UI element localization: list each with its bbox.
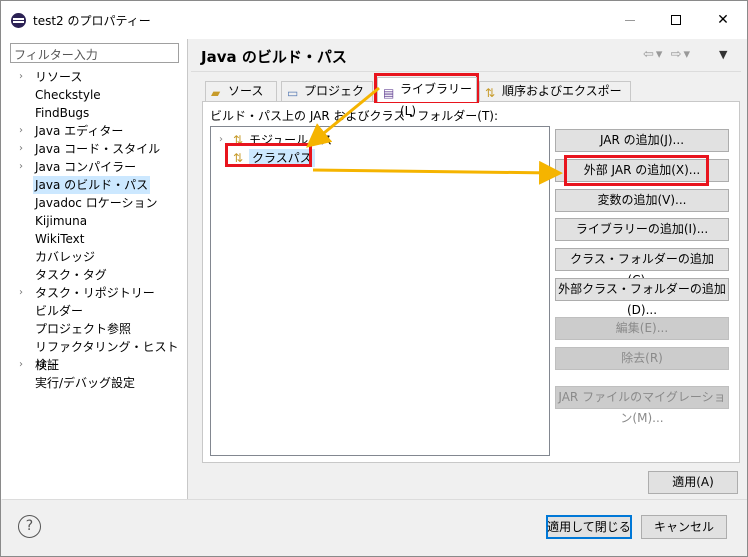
- sidebar-item-label: Java エディター: [35, 124, 124, 138]
- expand-arrow-icon[interactable]: ›: [19, 122, 23, 140]
- back-arrow-icon[interactable]: ⇦▾: [643, 47, 664, 62]
- header-divider: [191, 71, 741, 72]
- sidebar-item-label: Java コンパイラー: [35, 160, 137, 174]
- sidebar-item[interactable]: › Java コンパイラー: [1, 158, 187, 176]
- sidebar-item[interactable]: › Java コード・スタイル: [1, 140, 187, 158]
- library-icon: ▤: [383, 86, 395, 100]
- title-bar: test2 のプロパティー ✕: [1, 1, 747, 39]
- order-export-icon: ⇅: [485, 86, 496, 100]
- view-menu-icon[interactable]: ▼: [719, 48, 727, 61]
- close-button[interactable]: ✕: [700, 1, 746, 39]
- back-forward-nav[interactable]: ⇦▾ ⇨▾: [643, 47, 692, 62]
- apply-and-close-button[interactable]: 適用して閉じる: [546, 515, 632, 539]
- forward-arrow-icon[interactable]: ⇨▾: [671, 47, 692, 62]
- sidebar-item[interactable]: Javadoc ロケーション: [1, 194, 187, 212]
- sidebar-item-label: カバレッジ: [35, 250, 96, 264]
- sidebar-item-label: WikiText: [35, 232, 85, 246]
- project-icon: ▭: [287, 86, 299, 100]
- window-title: test2 のプロパティー: [33, 14, 151, 28]
- tab-projects[interactable]: ▭ プロジェクト(P): [281, 81, 373, 116]
- sidebar-item-label: タスク・タグ: [35, 268, 107, 282]
- add-library-button[interactable]: ライブラリーの追加(I)...: [555, 218, 729, 241]
- add-external-class-folder-button[interactable]: 外部クラス・フォルダーの追加(D)...: [555, 278, 729, 317]
- sidebar-item[interactable]: Kijimuna: [1, 212, 187, 230]
- highlight-add-external-jar: [564, 155, 709, 186]
- maximize-button[interactable]: [653, 1, 699, 39]
- minimize-button[interactable]: [607, 1, 653, 39]
- expand-arrow-icon[interactable]: ›: [19, 140, 23, 158]
- sidebar-item-label: Javadoc ロケーション: [35, 196, 158, 210]
- sidebar-item[interactable]: FindBugs: [1, 104, 187, 122]
- edit-button[interactable]: 編集(E)...: [555, 317, 729, 340]
- footer-divider: [2, 499, 747, 500]
- cancel-button[interactable]: キャンセル: [641, 515, 727, 539]
- page-title: Java のビルド・パス: [201, 48, 347, 66]
- sidebar-item[interactable]: カバレッジ: [1, 248, 187, 266]
- sidebar-item-label: ビルダー: [35, 304, 84, 318]
- sidebar-item[interactable]: WikiText: [1, 230, 187, 248]
- expand-arrow-icon[interactable]: ›: [19, 68, 23, 86]
- sidebar-item-label: Java コード・スタイル: [35, 142, 161, 156]
- apply-button[interactable]: 適用(A): [648, 471, 738, 494]
- minimize-icon: [625, 19, 635, 21]
- help-icon[interactable]: ?: [18, 515, 41, 538]
- sidebar-item[interactable]: リファクタリング・ヒストリー: [1, 338, 187, 372]
- properties-dialog: test2 のプロパティー ✕ フィルター入力 › リソース Checkstyle F…: [0, 0, 748, 557]
- add-jar-button[interactable]: JAR の追加(J)...: [555, 129, 729, 152]
- sidebar-item[interactable]: プロジェクト参照: [1, 320, 187, 338]
- sidebar-item[interactable]: Java のビルド・パス: [1, 176, 187, 194]
- sidebar-item-label: Checkstyle: [35, 88, 101, 102]
- sidebar-item-label: 実行/デバッグ設定: [35, 376, 136, 390]
- sidebar-item-label: Java のビルド・パス: [33, 176, 151, 194]
- maximize-icon: [671, 15, 681, 25]
- expand-arrow-icon[interactable]: ›: [19, 356, 23, 374]
- highlight-classpath: [225, 143, 312, 167]
- sidebar-item[interactable]: ビルダー: [1, 302, 187, 320]
- build-path-label: ビルド・パス上の JAR およびクラス・フォルダー(T):: [210, 109, 499, 123]
- sidebar-item-label: プロジェクト参照: [35, 322, 132, 336]
- add-class-folder-button[interactable]: クラス・フォルダーの追加(C)...: [555, 248, 729, 287]
- tab-source[interactable]: ▰ ソース(S): [205, 81, 277, 116]
- source-folder-icon: ▰: [211, 86, 221, 100]
- sidebar-item-label: 検証: [35, 358, 60, 372]
- sidebar-item-label: タスク・リポジトリー: [35, 286, 155, 300]
- close-icon: ✕: [717, 12, 729, 28]
- expand-arrow-icon[interactable]: ›: [19, 158, 23, 176]
- sidebar: フィルター入力 › リソース Checkstyle FindBugs › Java エディ…: [1, 39, 188, 499]
- filter-input[interactable]: フィルター入力: [10, 43, 179, 63]
- sidebar-item[interactable]: › 検証: [1, 356, 187, 374]
- expand-arrow-icon[interactable]: ›: [219, 131, 223, 149]
- sidebar-item[interactable]: › タスク・リポジトリー: [1, 284, 187, 302]
- eclipse-icon: [11, 13, 26, 28]
- expand-arrow-icon[interactable]: ›: [19, 284, 23, 302]
- sidebar-item[interactable]: › Java エディター: [1, 122, 187, 140]
- tab-libraries[interactable]: ▤ ライブラリー(L): [377, 77, 477, 118]
- sidebar-item[interactable]: Checkstyle: [1, 86, 187, 104]
- sidebar-item-label: Kijimuna: [35, 214, 88, 228]
- sidebar-item-label: FindBugs: [35, 106, 90, 120]
- sidebar-item[interactable]: › リソース: [1, 68, 187, 86]
- build-path-list[interactable]: › ⇅ モジュールパス ⇅ クラスパス: [210, 126, 550, 456]
- migrate-jar-button[interactable]: JAR ファイルのマイグレーション(M)...: [555, 386, 729, 425]
- remove-button[interactable]: 除去(R): [555, 347, 729, 370]
- sidebar-item-label: リソース: [35, 70, 83, 84]
- sidebar-item[interactable]: 実行/デバッグ設定: [1, 374, 187, 392]
- sidebar-item[interactable]: タスク・タグ: [1, 266, 187, 284]
- tab-order-export[interactable]: ⇅ 順序およびエクスポート(O): [479, 81, 631, 116]
- add-variable-button[interactable]: 変数の追加(V)...: [555, 189, 729, 212]
